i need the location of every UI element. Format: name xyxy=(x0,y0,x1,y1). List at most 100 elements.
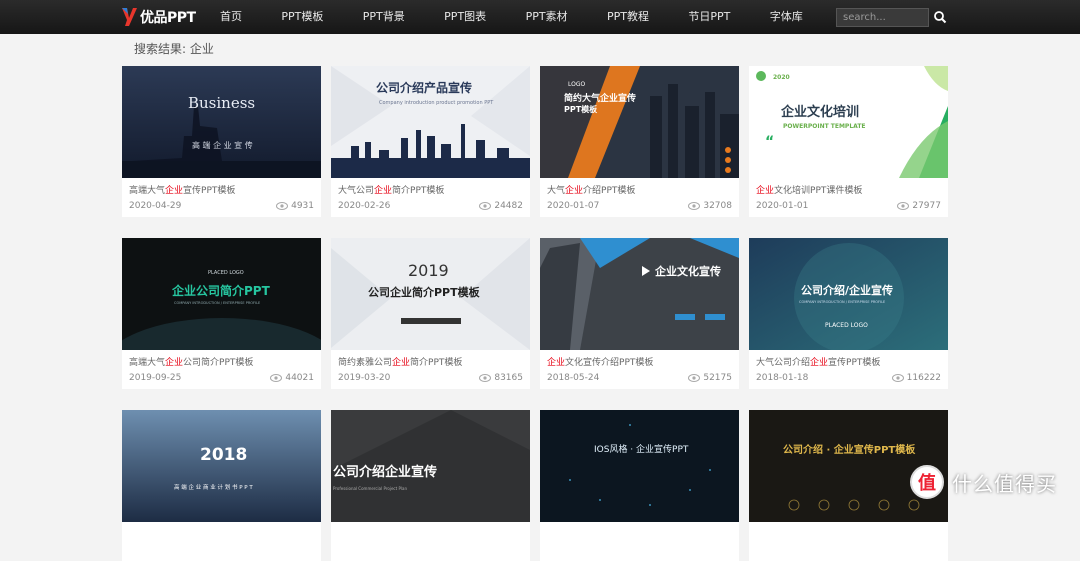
template-card[interactable]: 2018 高 端 企 业 商 业 计 划 书 P P T xyxy=(122,410,321,561)
logo-text: 优品PPT xyxy=(140,10,196,26)
thumb-title: 公司介绍产品宣传 xyxy=(376,80,472,95)
view-count: 83165 xyxy=(479,373,523,383)
main-nav: 首页 PPT模板 PPT背景 PPT图表 PPT素材 PPT教程 节日PPT 字… xyxy=(208,0,830,34)
eye-icon xyxy=(270,374,283,382)
template-date: 2018-01-18 xyxy=(756,373,809,383)
thumb-subtitle: COMPANY INTRODUCTION / ENTERPRISE PROFIL… xyxy=(799,300,885,304)
eye-icon xyxy=(688,202,701,210)
template-thumbnail[interactable]: 公司介绍产品宣传 Company introduction product pr… xyxy=(331,66,530,178)
svg-text:“: “ xyxy=(765,134,774,150)
template-title[interactable]: 高端大气企业宣传PPT模板 xyxy=(129,183,235,196)
template-card[interactable]: 2019 公司企业简介PPT模板 简约素雅公司企业简介PPT模板 2019-03… xyxy=(331,238,530,389)
view-count: 27977 xyxy=(897,201,941,211)
template-thumbnail[interactable]: 2018 高 端 企 业 商 业 计 划 书 P P T xyxy=(122,410,321,522)
thumb-logo: PLACED LOGO xyxy=(825,322,868,329)
view-count: 52175 xyxy=(688,373,732,383)
template-thumbnail[interactable]: IOS风格 · 企业宣传PPT xyxy=(540,410,739,522)
template-card[interactable]: Business 高 端 企 业 宣 传 高端大气企业宣传PPT模板 2020-… xyxy=(122,66,321,217)
thumb-subtitle: 高 端 企 业 宣 传 xyxy=(192,140,253,150)
thumb-subtitle: Professional Commercial Project Plan xyxy=(333,486,407,491)
template-thumbnail[interactable]: PLACED LOGO 企业公司简介PPT COMPANY INTRODUCTI… xyxy=(122,238,321,350)
view-count: 24482 xyxy=(479,201,523,211)
template-card[interactable]: 公司介绍产品宣传 Company introduction product pr… xyxy=(331,66,530,217)
eye-icon xyxy=(897,202,910,210)
template-card[interactable]: LOGO 简约大气企业宣传 PPT模板 大气企业介绍PPT模板 2020-01-… xyxy=(540,66,739,217)
thumb-year: 2018 xyxy=(200,445,247,465)
template-thumbnail[interactable]: Business 高 端 企 业 宣 传 xyxy=(122,66,321,178)
template-title[interactable]: 企业文化培训PPT课件模板 xyxy=(756,183,862,196)
thumb-title: 公司介绍企业宣传 xyxy=(333,464,437,480)
nav-item-ppt-backgrounds[interactable]: PPT背景 xyxy=(351,0,417,34)
template-card[interactable]: PLACED LOGO 企业公司简介PPT COMPANY INTRODUCTI… xyxy=(122,238,321,389)
template-thumbnail[interactable]: 公司介绍/企业宣传 COMPANY INTRODUCTION / ENTERPR… xyxy=(749,238,948,350)
template-title[interactable]: 大气公司企业简介PPT模板 xyxy=(338,183,444,196)
template-thumbnail[interactable]: 2019 公司企业简介PPT模板 xyxy=(331,238,530,350)
template-date: 2019-09-25 xyxy=(129,373,182,383)
logo-icon xyxy=(122,8,137,26)
template-thumbnail[interactable]: LOGO 简约大气企业宣传 PPT模板 xyxy=(540,66,739,178)
template-title[interactable]: 高端大气企业公司简介PPT模板 xyxy=(129,355,253,368)
search-input[interactable] xyxy=(836,8,929,27)
thumb-title: 企业文化宣传 xyxy=(654,264,721,278)
nav-item-home[interactable]: 首页 xyxy=(208,0,254,34)
template-date: 2019-03-20 xyxy=(338,373,391,383)
thumb-subtitle: COMPANY INTRODUCTION / ENTERPRISE PROFIL… xyxy=(174,301,260,305)
nav-item-ppt-charts[interactable]: PPT图表 xyxy=(432,0,498,34)
top-navigation-bar: 优品PPT 首页 PPT模板 PPT背景 PPT图表 PPT素材 PPT教程 节… xyxy=(0,0,1080,34)
eye-icon xyxy=(479,374,492,382)
view-count: 4931 xyxy=(276,201,314,211)
watermark-text: 什么值得买 xyxy=(952,471,1057,496)
template-card[interactable]: 2020 企业文化培训 POWERPOINT TEMPLATE “ 企业文化培训… xyxy=(749,66,948,217)
search-result-label: 搜索结果: 企业 xyxy=(134,40,214,57)
watermark: 值 什么值得买 xyxy=(910,465,1057,499)
template-date: 2018-05-24 xyxy=(547,373,600,383)
template-title[interactable]: 简约素雅公司企业简介PPT模板 xyxy=(338,355,462,368)
thumb-logo: PLACED LOGO xyxy=(208,270,244,276)
search-icon[interactable] xyxy=(933,10,947,24)
template-title[interactable]: 大气企业介绍PPT模板 xyxy=(547,183,635,196)
thumb-title: 公司企业简介PPT模板 xyxy=(368,285,481,299)
thumb-title: 企业公司简介PPT xyxy=(171,283,271,298)
thumb-title: 企业文化培训 xyxy=(780,104,859,120)
eye-icon xyxy=(688,374,701,382)
nav-item-holiday-ppt[interactable]: 节日PPT xyxy=(676,0,742,34)
template-title[interactable]: 企业文化宣传介绍PPT模板 xyxy=(547,355,653,368)
result-prefix: 搜索结果: xyxy=(134,42,187,56)
thumb-title: 公司介绍/企业宣传 xyxy=(801,283,893,297)
thumb-logo: LOGO xyxy=(568,81,586,88)
template-date: 2020-01-07 xyxy=(547,201,600,211)
view-count: 32708 xyxy=(688,201,732,211)
thumb-title: 高 端 企 业 商 业 计 划 书 P P T xyxy=(174,483,253,491)
template-date: 2020-02-26 xyxy=(338,201,391,211)
template-thumbnail[interactable]: 2020 企业文化培训 POWERPOINT TEMPLATE “ xyxy=(749,66,948,178)
nav-item-ppt-templates[interactable]: PPT模板 xyxy=(269,0,335,34)
thumb-title: 公司介绍 · 企业宣传PPT模板 xyxy=(783,443,916,456)
thumb-year: 2019 xyxy=(408,261,449,280)
result-keyword: 企业 xyxy=(189,42,214,56)
template-card[interactable]: IOS风格 · 企业宣传PPT xyxy=(540,410,739,561)
nav-item-fonts[interactable]: 字体库 xyxy=(758,0,815,34)
template-card[interactable]: 企业文化宣传 企业文化宣传介绍PPT模板 2018-05-24 52175 xyxy=(540,238,739,389)
eye-icon xyxy=(479,202,492,210)
template-card[interactable]: 公司介绍企业宣传 Professional Commercial Project… xyxy=(331,410,530,561)
template-title[interactable]: 大气公司介绍企业宣传PPT模板 xyxy=(756,355,880,368)
thumb-year: 2020 xyxy=(773,74,790,81)
thumb-title: Business xyxy=(188,94,255,112)
eye-icon xyxy=(276,202,289,210)
thumb-subtitle: POWERPOINT TEMPLATE xyxy=(783,123,866,130)
thumb-subtitle: PPT模板 xyxy=(564,104,598,114)
thumb-subtitle: Company introduction product promotion P… xyxy=(379,100,494,106)
view-count: 44021 xyxy=(270,373,314,383)
nav-item-ppt-tutorials[interactable]: PPT教程 xyxy=(595,0,661,34)
nav-item-ppt-materials[interactable]: PPT素材 xyxy=(514,0,580,34)
template-thumbnail[interactable]: 公司介绍企业宣传 Professional Commercial Project… xyxy=(331,410,530,522)
template-thumbnail[interactable]: 企业文化宣传 xyxy=(540,238,739,350)
site-logo[interactable]: 优品PPT xyxy=(120,5,196,29)
thumb-title: 简约大气企业宣传 xyxy=(564,92,636,104)
view-count: 116222 xyxy=(891,373,941,383)
template-date: 2020-04-29 xyxy=(129,201,182,211)
template-card[interactable]: 公司介绍/企业宣传 COMPANY INTRODUCTION / ENTERPR… xyxy=(749,238,948,389)
eye-icon xyxy=(891,374,904,382)
watermark-logo-icon: 值 xyxy=(910,465,944,499)
template-date: 2020-01-01 xyxy=(756,201,809,211)
